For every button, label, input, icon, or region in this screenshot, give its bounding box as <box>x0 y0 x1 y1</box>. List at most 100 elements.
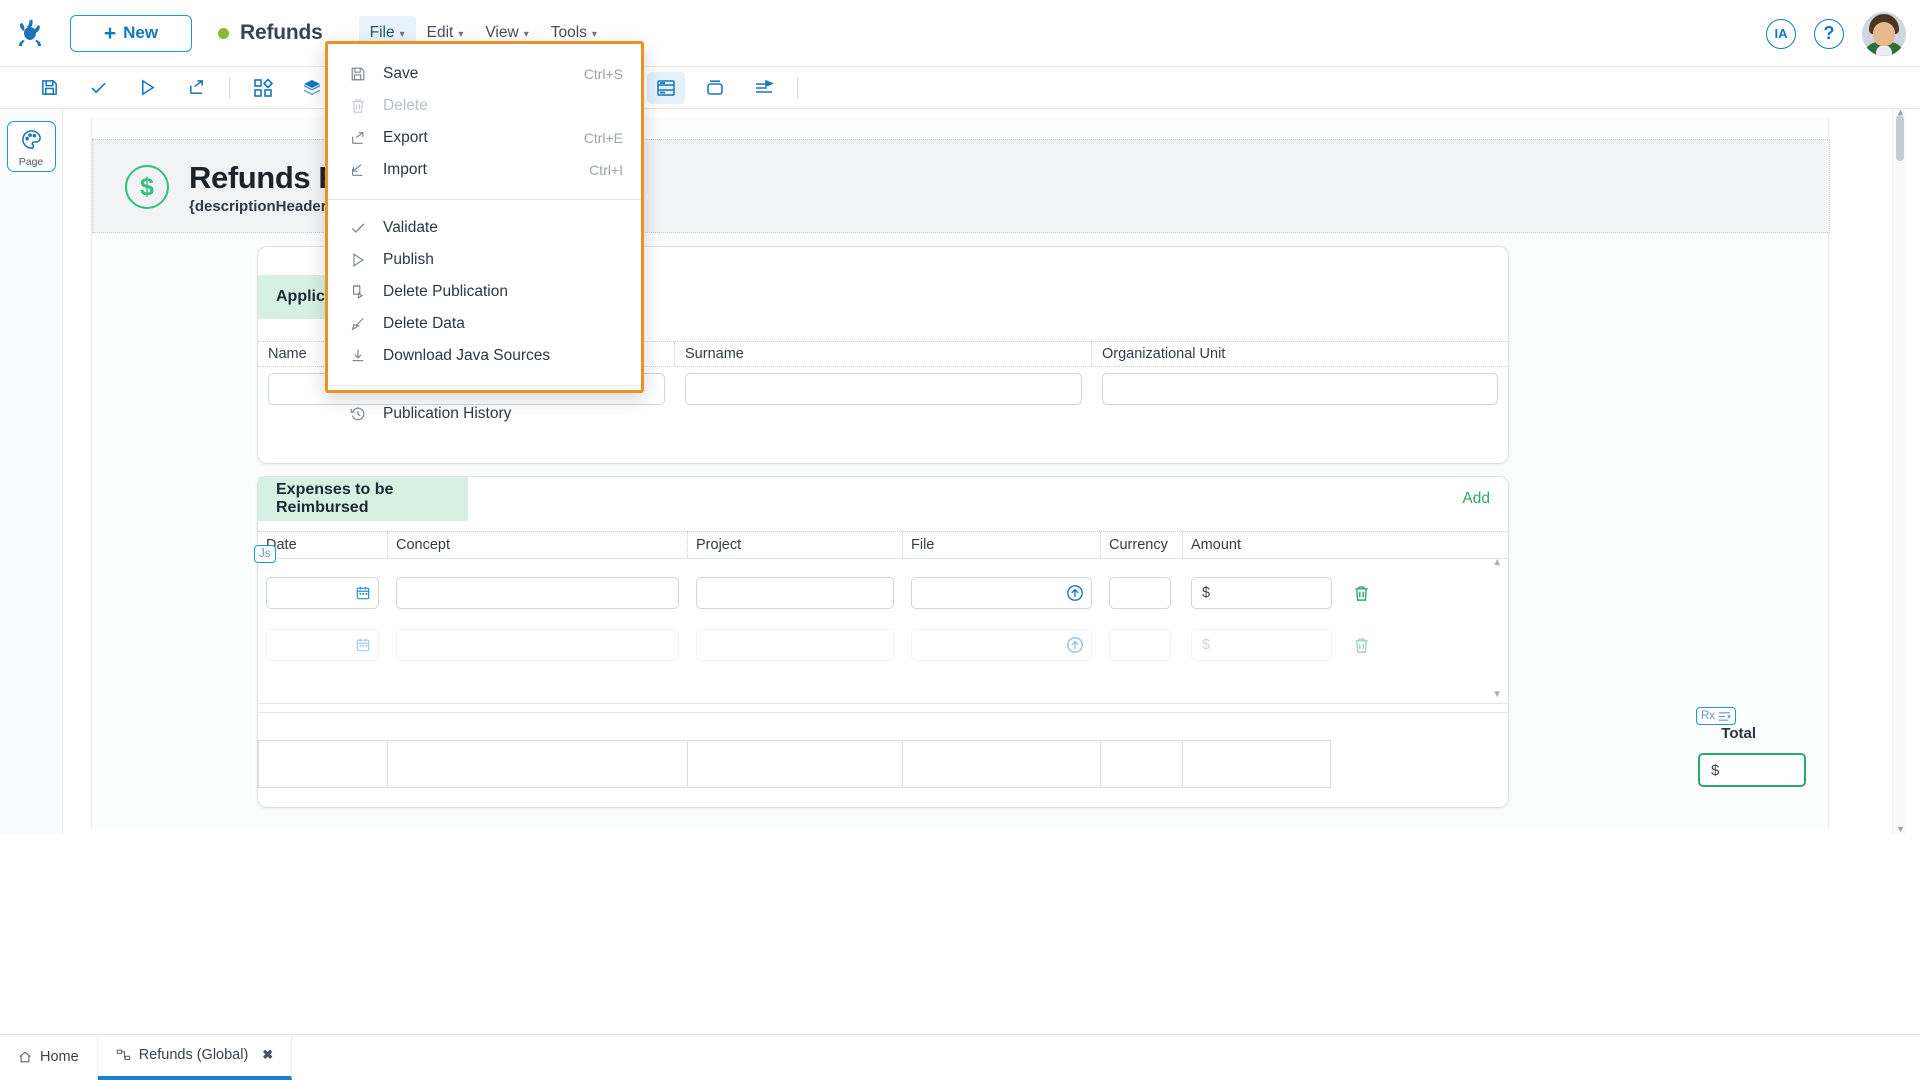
column-header-date: Date <box>258 532 388 558</box>
validate-check-icon[interactable] <box>79 72 117 104</box>
menu-divider <box>328 385 641 386</box>
sidebar-item-page[interactable]: Page <box>6 121 56 172</box>
amount-input-row1[interactable]: $ <box>1191 577 1332 609</box>
currency-input-row1[interactable] <box>1109 577 1171 609</box>
avatar-face <box>1873 21 1895 46</box>
amount-input-row2[interactable]: $ <box>1191 629 1332 661</box>
chevron-down-icon: ▾ <box>591 28 597 40</box>
date-input-row1[interactable] <box>266 577 379 609</box>
menu-item-save[interactable]: Save Ctrl+S <box>328 58 641 90</box>
table-scroll-up-icon[interactable]: ▲ <box>1492 557 1502 568</box>
project-input-row1[interactable] <box>696 577 894 609</box>
user-initials-label: IA <box>1774 26 1788 41</box>
add-expense-button[interactable]: Add <box>1462 490 1490 508</box>
project-input-row2[interactable] <box>696 629 894 661</box>
check-icon <box>349 220 366 237</box>
new-button-label: New <box>123 23 159 42</box>
save-icon[interactable] <box>30 72 68 104</box>
app-logo[interactable] <box>0 0 62 67</box>
menu-item-download-java-sources[interactable]: Download Java Sources <box>328 340 641 372</box>
menu-file-label: File <box>369 24 395 41</box>
column-header-project: Project <box>688 532 903 558</box>
chevron-down-icon: ▾ <box>523 28 529 40</box>
download-icon <box>349 348 366 365</box>
export-share-icon[interactable] <box>177 72 215 104</box>
chevron-down-icon: ▾ <box>399 28 405 40</box>
bottom-tab-home[interactable]: Home <box>0 1034 98 1080</box>
menu-item-delete-publication[interactable]: Delete Publication <box>328 276 641 308</box>
calendar-icon <box>356 638 370 652</box>
total-row <box>258 740 1508 788</box>
menu-item-delete: Delete <box>328 90 641 122</box>
file-upload-row2[interactable] <box>911 629 1092 661</box>
menu-item-delete-label: Delete <box>383 97 428 114</box>
play-triangle-icon <box>349 252 366 269</box>
widgets-grid-icon[interactable] <box>244 72 282 104</box>
toolbar-divider <box>229 77 230 98</box>
dollar-circle-icon: $ <box>125 165 169 209</box>
toolbar-divider <box>797 77 799 98</box>
menu-tools-label: Tools <box>550 24 587 41</box>
currency-input-row2[interactable] <box>1109 629 1171 661</box>
scrollbar-thumb[interactable] <box>1896 115 1904 161</box>
calendar-icon <box>356 586 370 600</box>
upload-circle-icon <box>1067 637 1083 653</box>
menu-item-save-shortcut: Ctrl+S <box>583 66 623 82</box>
menu-item-delete-data[interactable]: Delete Data <box>328 308 641 340</box>
toolbar: 1382px <box>0 67 1920 109</box>
delete-row-icon[interactable] <box>1353 637 1370 654</box>
status-dot-icon <box>218 27 229 39</box>
js-binding-badge[interactable]: Js <box>254 545 276 564</box>
help-button[interactable]: ? <box>1814 18 1844 49</box>
menu-item-download-java-sources-label: Download Java Sources <box>383 347 551 364</box>
user-initials-badge[interactable]: IA <box>1766 18 1796 49</box>
bottom-tab-refunds[interactable]: Refunds (Global) ✖ <box>97 1034 293 1080</box>
plus-icon: + <box>103 21 117 45</box>
avatar[interactable] <box>1862 11 1906 56</box>
surname-input[interactable] <box>685 373 1082 405</box>
bottom-tab-refunds-label: Refunds (Global) <box>138 1047 249 1063</box>
expenses-table-header: Date Concept Project File Currency Amoun… <box>258 531 1508 559</box>
table-bottom-divider <box>258 703 1508 704</box>
menu-item-import[interactable]: Import Ctrl+I <box>328 154 641 186</box>
new-button[interactable]: + New <box>70 14 192 52</box>
help-icon: ? <box>1823 23 1835 43</box>
align-distribute-icon[interactable] <box>745 72 783 104</box>
total-amount-field[interactable]: $ <box>1698 753 1806 787</box>
menu-item-delete-data-label: Delete Data <box>383 315 465 332</box>
concept-input-row1[interactable] <box>396 577 679 609</box>
table-row: $ <box>258 623 1508 667</box>
close-icon[interactable]: ✖ <box>262 1047 273 1063</box>
trash-icon <box>349 98 366 115</box>
diagram-icon <box>116 1048 131 1062</box>
bottom-tab-home-label: Home <box>40 1049 79 1065</box>
concept-input-row2[interactable] <box>396 629 679 661</box>
menu-item-validate[interactable]: Validate <box>328 212 641 244</box>
menu-item-publish[interactable]: Publish <box>328 244 641 276</box>
upload-circle-icon <box>1067 585 1083 601</box>
container-layout-icon[interactable] <box>696 72 734 104</box>
menu-item-export-label: Export <box>383 129 428 146</box>
total-label: Total <box>1721 725 1756 742</box>
date-input-row2[interactable] <box>266 629 379 661</box>
expression-icon <box>1719 711 1731 721</box>
organizational-unit-input[interactable] <box>1102 373 1498 405</box>
delete-row-icon[interactable] <box>1353 585 1370 602</box>
top-bar: + New Refunds File ▾ Edit ▾ View ▾ Tools… <box>0 0 1920 67</box>
run-play-icon[interactable] <box>128 72 166 104</box>
form-layout-icon[interactable] <box>647 71 686 104</box>
menu-item-validate-label: Validate <box>383 219 438 236</box>
file-upload-row1[interactable] <box>911 577 1092 609</box>
scroll-down-icon[interactable]: ▼ <box>1896 824 1905 834</box>
rx-binding-badge[interactable]: Rx <box>1695 707 1736 726</box>
table-scroll-down-icon[interactable]: ▼ <box>1492 689 1502 700</box>
sidebar-item-page-label: Page <box>18 156 44 168</box>
canvas-scrollbar[interactable]: ▲ ▼ <box>1892 109 1906 834</box>
home-icon <box>18 1050 32 1064</box>
top-bar-right: IA ? <box>1766 0 1906 67</box>
menu-item-publication-history[interactable]: Publication History <box>328 398 641 430</box>
floppy-disk-icon <box>349 66 366 83</box>
menu-item-export[interactable]: Export Ctrl+E <box>328 122 641 154</box>
broom-icon <box>349 316 366 333</box>
field-label-surname: Surname <box>675 342 1092 366</box>
